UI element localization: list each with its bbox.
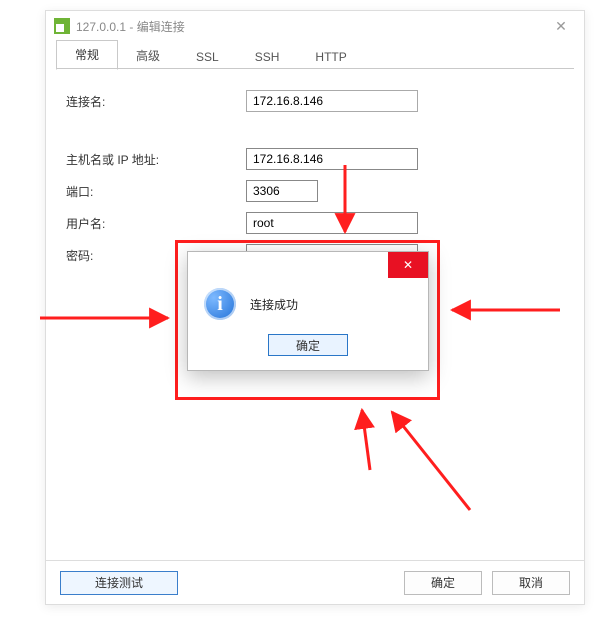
tab-strip: 常规 高级 SSL SSH HTTP <box>46 41 584 69</box>
label-port: 端口: <box>66 183 246 200</box>
message-dialog-ok-button[interactable]: 确定 <box>268 334 348 356</box>
info-icon: i <box>204 288 236 320</box>
dialog-button-bar: 连接测试 确定 取消 <box>46 560 584 604</box>
tab-ssh[interactable]: SSH <box>237 45 298 70</box>
tab-http[interactable]: HTTP <box>297 45 364 70</box>
app-icon <box>54 18 70 34</box>
message-dialog-text: 连接成功 <box>250 296 298 313</box>
input-connection-name[interactable] <box>246 90 418 112</box>
ok-button[interactable]: 确定 <box>404 571 482 595</box>
input-host[interactable] <box>246 148 418 170</box>
window-titlebar: 127.0.0.1 - 编辑连接 ✕ <box>46 11 584 41</box>
window-title: 127.0.0.1 - 编辑连接 <box>76 18 185 35</box>
label-username: 用户名: <box>66 215 246 232</box>
message-dialog-titlebar: ✕ <box>188 252 428 278</box>
cancel-button[interactable]: 取消 <box>492 571 570 595</box>
tab-advanced[interactable]: 高级 <box>118 42 178 70</box>
message-dialog: ✕ i 连接成功 确定 <box>187 251 429 371</box>
tab-ssl[interactable]: SSL <box>178 45 237 70</box>
message-dialog-close-button[interactable]: ✕ <box>388 252 428 278</box>
input-port[interactable] <box>246 180 318 202</box>
test-connection-button[interactable]: 连接测试 <box>60 571 178 595</box>
connection-form: 连接名: 主机名或 IP 地址: 端口: 用户名: 密码: <box>46 69 584 267</box>
close-icon: ✕ <box>403 258 413 272</box>
window-close-button[interactable]: ✕ <box>546 18 576 35</box>
tab-general[interactable]: 常规 <box>56 40 118 70</box>
label-host: 主机名或 IP 地址: <box>66 151 246 168</box>
input-username[interactable] <box>246 212 418 234</box>
label-connection-name: 连接名: <box>66 93 246 110</box>
